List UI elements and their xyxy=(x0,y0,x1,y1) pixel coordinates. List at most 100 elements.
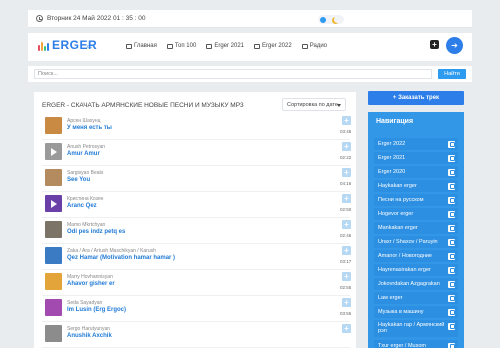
site-header: ERGER cc Главная Топ 100 Erger 2021 Erger 2… xyxy=(28,33,472,61)
track-title[interactable]: Qez Hamar (Motivation hamar hamar ) xyxy=(67,255,175,261)
track-cover[interactable] xyxy=(45,325,62,342)
track-duration: 03:46 xyxy=(340,129,352,134)
track-cover[interactable] xyxy=(45,299,62,316)
track-row[interactable]: Seda Sayadyan Im Lusin (Erg Ergoc) +03:55 xyxy=(42,296,352,322)
logo-sub: cc xyxy=(87,44,92,50)
sidebar-category[interactable]: Hogevor erger xyxy=(374,208,458,220)
nav-item[interactable]: Топ 100 xyxy=(166,43,196,49)
search-input[interactable]: Поиск... xyxy=(34,69,432,79)
link-icon xyxy=(448,322,455,330)
track-artist: Кристина Козян xyxy=(67,196,104,202)
category-label: Erger 2021 xyxy=(378,155,406,161)
add-to-playlist-icon[interactable]: + xyxy=(342,168,351,177)
date-time: Вторник 24 Май 2022 01 : 35 : 00 xyxy=(47,15,146,22)
link-icon xyxy=(448,280,455,288)
link-icon xyxy=(448,308,455,316)
track-title[interactable]: See You xyxy=(67,177,90,183)
track-title[interactable]: Ahavor gisher er xyxy=(67,281,115,287)
track-title[interactable]: Im Lusin (Erg Ergoc) xyxy=(67,307,126,313)
add-icon[interactable]: + xyxy=(430,40,439,49)
nav-label: Erger 2022 xyxy=(262,43,292,49)
search-bar: Поиск... Найти xyxy=(28,66,472,82)
track-duration: 03:55 xyxy=(340,311,352,316)
track-row[interactable]: Sergo Harutyunyan Anushik Axchik + xyxy=(42,322,351,348)
track-cover[interactable] xyxy=(45,117,62,134)
add-to-playlist-icon[interactable]: + xyxy=(342,324,351,333)
category-label: Txur erger / Musom xyxy=(378,343,426,348)
link-icon xyxy=(448,196,455,204)
track-row[interactable]: Арсен Шахунц У меня есть ты +03:46 xyxy=(42,114,352,140)
track-duration: 02:55 xyxy=(340,285,352,290)
sidebar-category[interactable]: Jokovrdakan Azgagrakan xyxy=(374,278,458,290)
track-title[interactable]: Odi pes indz petq es xyxy=(67,229,125,235)
track-duration: 02:46 xyxy=(340,233,352,238)
track-row[interactable]: Mamo Mkrtchyan Odi pes indz petq es +02:46 xyxy=(42,218,352,244)
category-label: Erger 2020 xyxy=(378,169,406,175)
link-icon xyxy=(448,168,455,176)
top-bar: Вторник 24 Май 2022 01 : 35 : 00 xyxy=(28,10,472,28)
add-to-playlist-icon[interactable]: + xyxy=(342,220,351,229)
sort-dropdown[interactable]: Сортировка по дате xyxy=(282,98,346,111)
play-icon xyxy=(51,199,57,208)
track-cover[interactable] xyxy=(45,273,62,290)
track-row[interactable]: Кристина Козян Aranc Qez +02:50 xyxy=(42,192,351,218)
site-logo[interactable]: ERGER cc xyxy=(38,38,98,54)
theme-toggle[interactable] xyxy=(318,15,344,24)
add-to-playlist-icon[interactable]: + xyxy=(342,116,351,125)
nav-item[interactable]: Радио xyxy=(301,43,328,49)
sidebar-category[interactable]: Haykakan erger xyxy=(374,180,458,192)
track-cover[interactable] xyxy=(45,195,62,212)
sun-dot-icon xyxy=(320,16,326,23)
add-to-playlist-icon[interactable]: + xyxy=(342,272,351,281)
track-cover[interactable] xyxy=(45,169,62,186)
track-cover[interactable] xyxy=(45,143,62,160)
page-title: ERGER - СКАЧАТЬ АРМЯНСКИЕ НОВЫЕ ПЕСНИ И … xyxy=(42,102,244,109)
category-label: Hogevor erger xyxy=(378,211,414,217)
link-icon xyxy=(448,224,455,232)
link-icon xyxy=(448,342,455,348)
link-icon xyxy=(448,266,455,274)
sidebar-category[interactable]: Hayrenasirakan erger xyxy=(374,264,458,276)
track-cover[interactable] xyxy=(45,221,62,238)
track-artist: Sergo Harutyunyan xyxy=(67,326,111,332)
add-to-playlist-icon[interactable]: + xyxy=(342,298,351,307)
nav-item[interactable]: Erger 2021 xyxy=(206,43,244,49)
nav-label: Радио xyxy=(309,43,328,49)
add-to-playlist-icon[interactable]: + xyxy=(342,142,351,151)
track-title[interactable]: Aranc Qez xyxy=(67,203,97,209)
track-artist: Seda Sayadyan xyxy=(67,300,103,306)
sidebar-category[interactable]: Музыка в машину xyxy=(374,306,458,318)
track-row[interactable]: Sargisyan Beats See You +04:16 xyxy=(42,166,352,192)
sidebar-category[interactable]: Uraxr / Shaxov / Paruyin xyxy=(374,236,458,248)
track-cover[interactable] xyxy=(45,247,62,264)
track-title[interactable]: Anushik Axchik xyxy=(67,333,112,339)
add-to-playlist-icon[interactable]: + xyxy=(342,194,351,203)
sidebar-category[interactable]: Erger 2022 xyxy=(374,138,458,150)
track-row[interactable]: Anush Petrosyan Amur Amur +02:22 xyxy=(42,140,351,166)
sidebar-category[interactable]: Mankakan erger xyxy=(374,222,458,234)
sidebar-category[interactable]: Haykakan rap / Армянский рэп xyxy=(374,320,458,337)
sidebar-category[interactable]: Erger 2021 xyxy=(374,152,458,164)
track-row[interactable]: Zaka / Ara / Artush Maschikyan / Karush Q… xyxy=(42,244,352,270)
sidebar-category[interactable]: Law erger xyxy=(374,292,458,304)
sidebar-heading: Навигация xyxy=(376,118,414,125)
login-button[interactable]: ➔ xyxy=(446,37,463,54)
link-icon xyxy=(448,238,455,246)
nav-item[interactable]: Главная xyxy=(126,43,157,49)
track-title[interactable]: У меня есть ты xyxy=(67,125,112,131)
sidebar-category[interactable]: Erger 2020 xyxy=(374,166,458,178)
sidebar-category[interactable]: Песни на русском xyxy=(374,194,458,206)
add-to-playlist-icon[interactable]: + xyxy=(342,246,351,255)
link-icon xyxy=(448,210,455,218)
track-title[interactable]: Amur Amur xyxy=(67,151,100,157)
track-artist: Zaka / Ara / Artush Maschikyan / Karush xyxy=(67,248,156,254)
nav-item[interactable]: Erger 2022 xyxy=(254,43,292,49)
sidebar-category[interactable]: Amanor / Новогодние xyxy=(374,250,458,262)
track-duration: 03:17 xyxy=(340,259,352,264)
order-track-button[interactable]: + Заказать трек xyxy=(368,91,464,105)
track-artist: Sargisyan Beats xyxy=(67,170,104,176)
sidebar-category[interactable]: Txur erger / Musom xyxy=(374,340,458,348)
track-row[interactable]: Marry Hovhannisyan Ahavor gisher er +02:55 xyxy=(42,270,352,296)
track-duration: 04:16 xyxy=(340,181,352,186)
search-button[interactable]: Найти xyxy=(438,69,466,79)
